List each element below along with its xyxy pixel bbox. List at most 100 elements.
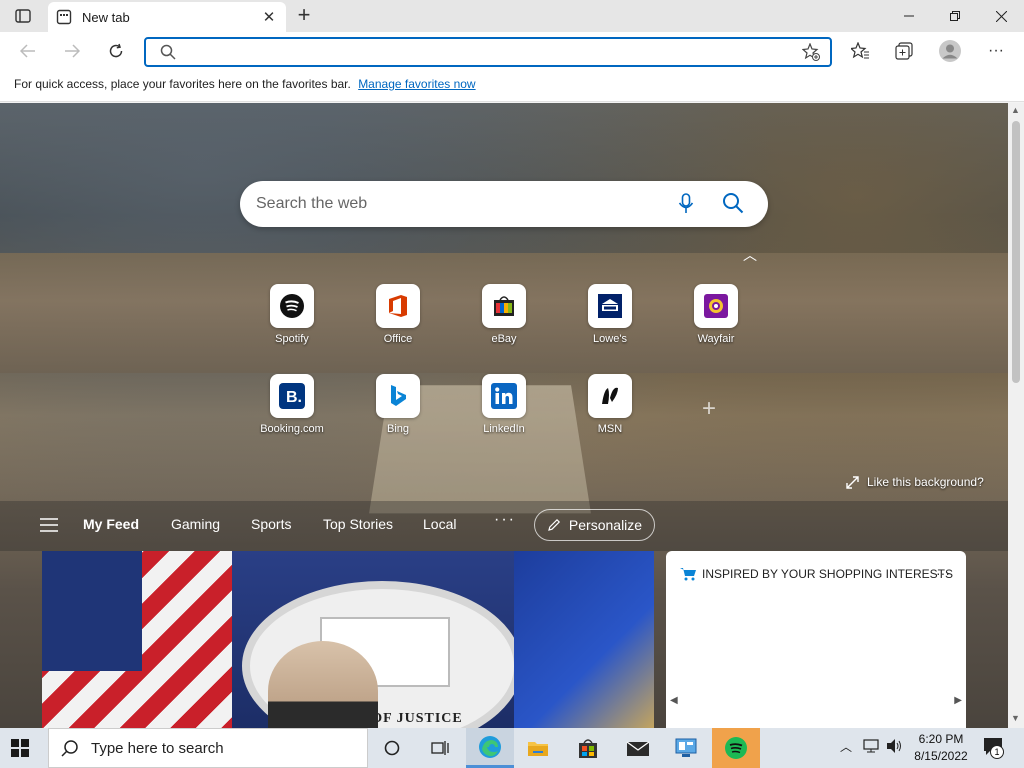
tab-actions-button[interactable] <box>8 6 38 26</box>
us-flag-image <box>42 551 232 728</box>
web-search-box[interactable]: Search the web <box>240 181 768 227</box>
minimize-button[interactable] <box>886 0 932 32</box>
add-favorite-icon[interactable] <box>802 43 820 61</box>
shopping-card-more-icon[interactable]: ··· <box>936 565 950 581</box>
scroll-up-icon[interactable]: ▲ <box>1011 105 1020 115</box>
add-site-icon[interactable]: + <box>702 395 716 423</box>
taskbar-control-panel[interactable] <box>662 728 710 768</box>
tile-office[interactable]: Office <box>355 284 441 364</box>
taskbar-mail[interactable] <box>614 728 662 768</box>
cortana-icon <box>384 740 400 756</box>
tile-label: MSN <box>597 423 623 435</box>
office-icon <box>376 284 420 328</box>
notification-center-button[interactable]: 1 <box>982 736 1006 760</box>
clock-date: 8/15/2022 <box>914 749 968 763</box>
pencil-icon <box>548 518 560 531</box>
tile-label: Spotify <box>275 333 309 345</box>
forward-button[interactable] <box>58 37 86 65</box>
settings-more-button[interactable]: ··· <box>982 37 1010 65</box>
tile-wayfair[interactable]: Wayfair <box>673 284 759 364</box>
network-icon[interactable] <box>862 738 880 754</box>
scrollbar-thumb[interactable] <box>1012 121 1020 383</box>
forward-arrow-icon <box>65 44 80 58</box>
close-window-button[interactable] <box>978 0 1024 32</box>
tile-spotify[interactable]: Spotify <box>249 284 335 364</box>
like-background-button[interactable]: Like this background? <box>846 475 984 489</box>
restore-button[interactable] <box>932 0 978 32</box>
wayfair-icon <box>694 284 738 328</box>
feed-tab-sports[interactable]: Sports <box>251 516 291 532</box>
more-dots-icon: ··· <box>988 42 1004 59</box>
tile-ebay[interactable]: eBay <box>461 284 547 364</box>
taskbar-file-explorer[interactable] <box>514 728 562 768</box>
title-bar: New tab ✕ + <box>0 0 1024 32</box>
tile-msn[interactable]: MSN <box>567 374 653 454</box>
tile-linkedin[interactable]: LinkedIn <box>461 374 547 454</box>
minimize-icon <box>904 15 914 17</box>
svg-text:B.: B. <box>286 389 302 406</box>
tab-new-tab[interactable]: New tab ✕ <box>48 2 286 32</box>
feed-tab-local[interactable]: Local <box>423 516 456 532</box>
taskbar-store[interactable] <box>564 728 612 768</box>
taskbar-clock[interactable]: 6:20 PM 8/15/2022 <box>906 731 976 765</box>
favorites-button[interactable] <box>846 37 874 65</box>
taskbar-search-placeholder: Type here to search <box>91 739 224 757</box>
ebay-icon <box>482 284 526 328</box>
collections-button[interactable] <box>890 37 918 65</box>
windows-start-icon[interactable] <box>10 738 30 758</box>
new-tab-button[interactable]: + <box>292 4 316 28</box>
browser-toolbar: ··· <box>0 32 1024 70</box>
show-hidden-icons[interactable]: ︿ <box>840 738 852 755</box>
tile-label: Booking.com <box>260 423 324 435</box>
back-arrow-icon <box>20 44 35 58</box>
clock-time: 6:20 PM <box>918 732 964 746</box>
personalize-label: Personalize <box>568 517 643 533</box>
carousel-prev-icon[interactable]: ◀ <box>670 695 678 706</box>
scroll-down-icon[interactable]: ▼ <box>1011 713 1020 723</box>
hamburger-menu-icon[interactable] <box>40 518 58 532</box>
feed-tab-gaming[interactable]: Gaming <box>171 516 220 532</box>
doj-flag-image <box>514 551 654 728</box>
taskbar-edge[interactable] <box>466 728 514 768</box>
tile-label: LinkedIn <box>483 423 525 435</box>
refresh-button[interactable] <box>102 37 130 65</box>
tile-label: Wayfair <box>697 333 735 345</box>
feed-tab-top-stories[interactable]: Top Stories <box>323 516 393 532</box>
linkedin-icon <box>482 374 526 418</box>
manage-favorites-link[interactable]: Manage favorites now <box>358 77 475 91</box>
address-bar[interactable] <box>144 37 832 67</box>
taskbar-spotify[interactable] <box>712 728 760 768</box>
tile-label: eBay <box>491 333 517 345</box>
tile-lowes[interactable]: Lowe's <box>567 284 653 364</box>
shopping-cart-icon <box>680 568 696 581</box>
task-view-button[interactable] <box>416 728 464 768</box>
profile-button[interactable] <box>936 37 964 65</box>
taskbar-search-box[interactable]: Type here to search <box>48 728 368 768</box>
lowes-icon <box>588 284 632 328</box>
tile-label: Office <box>383 333 413 345</box>
volume-icon[interactable] <box>886 738 904 754</box>
collapse-tiles-icon[interactable]: ︿ <box>743 245 757 265</box>
feed-tab-my-feed[interactable]: My Feed <box>83 516 139 532</box>
edge-icon <box>479 735 501 758</box>
personalize-button[interactable]: Personalize <box>534 509 655 541</box>
tile-bing[interactable]: Bing <box>355 374 441 454</box>
close-tab-icon[interactable]: ✕ <box>260 8 278 26</box>
back-button[interactable] <box>14 37 42 65</box>
microphone-icon[interactable] <box>678 193 694 215</box>
web-search-placeholder: Search the web <box>256 195 368 212</box>
msn-icon <box>588 374 632 418</box>
page-scrollbar[interactable]: ▲ ▼ <box>1008 103 1024 728</box>
tile-booking[interactable]: B. Booking.com <box>249 374 335 454</box>
carousel-next-icon[interactable]: ▶ <box>954 695 962 706</box>
cortana-button[interactable] <box>368 728 416 768</box>
search-submit-icon[interactable] <box>722 192 744 214</box>
restore-icon <box>950 11 960 21</box>
feed-more-button[interactable]: ··· <box>494 511 516 529</box>
store-icon <box>579 739 597 758</box>
shopping-card: INSPIRED BY YOUR SHOPPING INTERESTS ··· … <box>666 551 966 728</box>
favorites-star-icon <box>851 42 869 59</box>
news-card[interactable]: RTMENT OF JUSTICE <box>42 551 654 728</box>
close-icon <box>995 10 1007 22</box>
like-background-label: Like this background? <box>867 475 984 489</box>
